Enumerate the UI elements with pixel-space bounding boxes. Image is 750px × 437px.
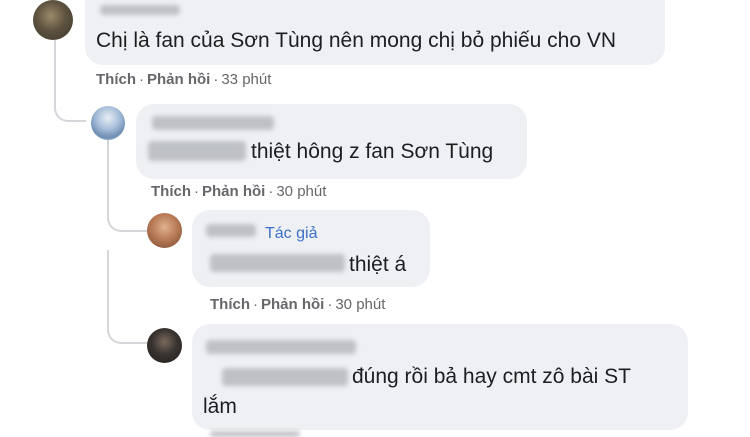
reply-link[interactable]: Phản hồi xyxy=(147,71,210,88)
separator: · xyxy=(253,296,258,313)
timestamp[interactable]: 30 phút xyxy=(335,296,385,313)
blurred-author-name[interactable] xyxy=(206,340,356,354)
comment-text: thiệt hông z fan Sơn Tùng xyxy=(251,140,494,163)
comment-actions: Thích · Phản hồi · 30 phút xyxy=(151,183,326,200)
comment-text: đúng rồi bả hay cmt zô bài ST xyxy=(352,365,631,388)
separator: · xyxy=(268,183,274,200)
comment-text: Chị là fan của Sơn Tùng nên mong chị bỏ … xyxy=(96,29,617,52)
comment-actions: Thích · Phản hồi · 30 phút xyxy=(210,296,385,313)
blurred-mention[interactable] xyxy=(222,368,348,386)
avatar[interactable] xyxy=(147,213,182,248)
avatar[interactable] xyxy=(147,328,182,363)
separator: · xyxy=(139,71,144,88)
like-link[interactable]: Thích xyxy=(210,296,250,313)
comment-text-continued: lắm xyxy=(203,395,237,418)
avatar[interactable] xyxy=(91,106,125,140)
thread-connector xyxy=(54,40,86,122)
reply-link[interactable]: Phản hồi xyxy=(261,296,324,313)
blurred-mention[interactable] xyxy=(148,141,246,161)
author-badge: Tác giả xyxy=(265,225,318,242)
comment-text: thiệt á xyxy=(349,253,407,276)
separator: · xyxy=(213,71,219,88)
thread-connector xyxy=(107,250,147,344)
like-link[interactable]: Thích xyxy=(96,71,136,88)
reply-link[interactable]: Phản hồi xyxy=(202,183,265,200)
separator: · xyxy=(194,183,199,200)
comment-actions: Thích · Phản hồi · 33 phút xyxy=(96,71,271,88)
blurred-actions xyxy=(210,431,300,437)
avatar[interactable] xyxy=(33,0,73,40)
comment-thread: Chị là fan của Sơn Tùng nên mong chị bỏ … xyxy=(0,0,750,437)
blurred-author-name[interactable] xyxy=(206,224,256,237)
timestamp[interactable]: 30 phút xyxy=(276,183,326,200)
timestamp[interactable]: 33 phút xyxy=(221,71,271,88)
blurred-author-name[interactable] xyxy=(100,5,180,15)
separator: · xyxy=(327,296,333,313)
like-link[interactable]: Thích xyxy=(151,183,191,200)
blurred-author-name[interactable] xyxy=(152,116,274,130)
blurred-mention[interactable] xyxy=(210,254,345,272)
